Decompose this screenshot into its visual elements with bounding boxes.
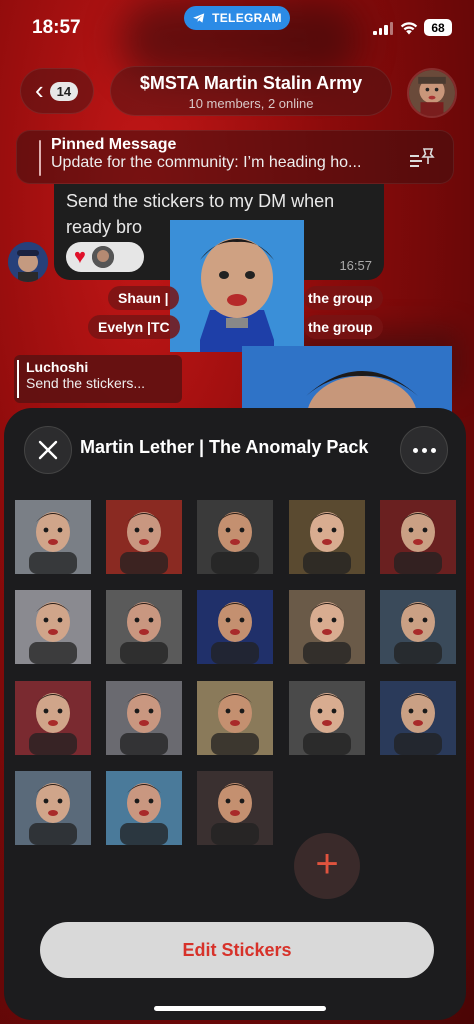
pinned-label: Pinned Message	[51, 136, 177, 153]
reaction-avatar	[91, 246, 114, 268]
chevron-left-icon: ‹	[35, 74, 44, 105]
signal-icon	[373, 22, 393, 35]
sticker-pack-sheet: Martin Lether | The Anomaly Pack + Edit …	[4, 408, 466, 1020]
reply-bubble[interactable]: Luchoshi Send the stickers...	[14, 355, 182, 403]
telegram-app-badge[interactable]: TELEGRAM	[184, 6, 290, 30]
sticker-thumbnail[interactable]	[197, 500, 273, 574]
add-sticker-button[interactable]: +	[294, 833, 360, 899]
pinned-text: Update for the community: I’m heading ho…	[51, 154, 362, 171]
reply-text: Send the stickers...	[26, 375, 146, 391]
service-message: Shaun |	[108, 286, 179, 310]
close-icon	[38, 440, 58, 460]
more-dot-icon	[430, 447, 436, 453]
sticker-thumbnail[interactable]	[197, 681, 273, 755]
service-message-tail: the group	[304, 286, 383, 310]
sticker-thumbnail[interactable]	[289, 590, 365, 664]
more-options-button[interactable]	[400, 426, 448, 474]
wifi-icon	[400, 22, 418, 35]
plus-icon: +	[315, 842, 339, 886]
sticker-thumbnail[interactable]	[15, 500, 91, 574]
sticker-thumbnail[interactable]	[15, 771, 91, 845]
telegram-icon	[193, 13, 205, 23]
close-button[interactable]	[24, 426, 72, 474]
chat-title-pill[interactable]: $MSTA Martin Stalin Army 10 members, 2 o…	[110, 66, 392, 116]
sticker-thumbnail[interactable]	[380, 500, 456, 574]
sticker-thumbnail[interactable]	[15, 681, 91, 755]
pinned-message-bar[interactable]: Pinned Message Update for the community:…	[16, 130, 454, 184]
edit-stickers-button[interactable]: Edit Stickers	[40, 922, 434, 978]
more-dot-icon	[421, 447, 427, 453]
sticker-thumbnail[interactable]	[380, 590, 456, 664]
sticker-thumbnail[interactable]	[106, 771, 182, 845]
status-bar: 18:57 TELEGRAM 68	[0, 0, 474, 56]
chat-avatar[interactable]	[407, 68, 457, 118]
status-time: 18:57	[32, 17, 81, 38]
message-time: 16:57	[339, 258, 372, 273]
reply-sender: Luchoshi	[26, 359, 89, 375]
heart-icon: ♥	[74, 246, 86, 268]
sticker-pack-title: Martin Lether | The Anomaly Pack	[80, 437, 369, 457]
telegram-badge-label: TELEGRAM	[212, 11, 282, 25]
sticker-message[interactable]	[170, 220, 304, 352]
pin-list-icon[interactable]	[409, 146, 435, 170]
back-button[interactable]: ‹ 14	[20, 68, 94, 114]
sticker-thumbnail[interactable]	[197, 590, 273, 664]
service-message: Evelyn |TC	[88, 315, 180, 339]
sticker-thumbnail[interactable]	[106, 500, 182, 574]
unread-count-badge: 14	[49, 81, 79, 101]
sticker-message[interactable]	[242, 346, 452, 412]
sticker-thumbnail[interactable]	[289, 500, 365, 574]
chat-subtitle: 10 members, 2 online	[188, 96, 314, 111]
sticker-thumbnail[interactable]	[15, 590, 91, 664]
sender-avatar[interactable]	[8, 242, 48, 282]
reaction-chip[interactable]: ♥	[66, 242, 144, 272]
battery-icon: 68	[424, 19, 452, 36]
more-dot-icon	[412, 447, 418, 453]
home-indicator	[154, 1006, 326, 1011]
sticker-thumbnail[interactable]	[380, 681, 456, 755]
sticker-thumbnail[interactable]	[289, 681, 365, 755]
chat-title: $MSTA Martin Stalin Army	[139, 73, 363, 93]
sticker-thumbnail[interactable]	[106, 681, 182, 755]
service-message-tail: the group	[304, 315, 383, 339]
sticker-thumbnail[interactable]	[106, 590, 182, 664]
sticker-thumbnail[interactable]	[197, 771, 273, 845]
